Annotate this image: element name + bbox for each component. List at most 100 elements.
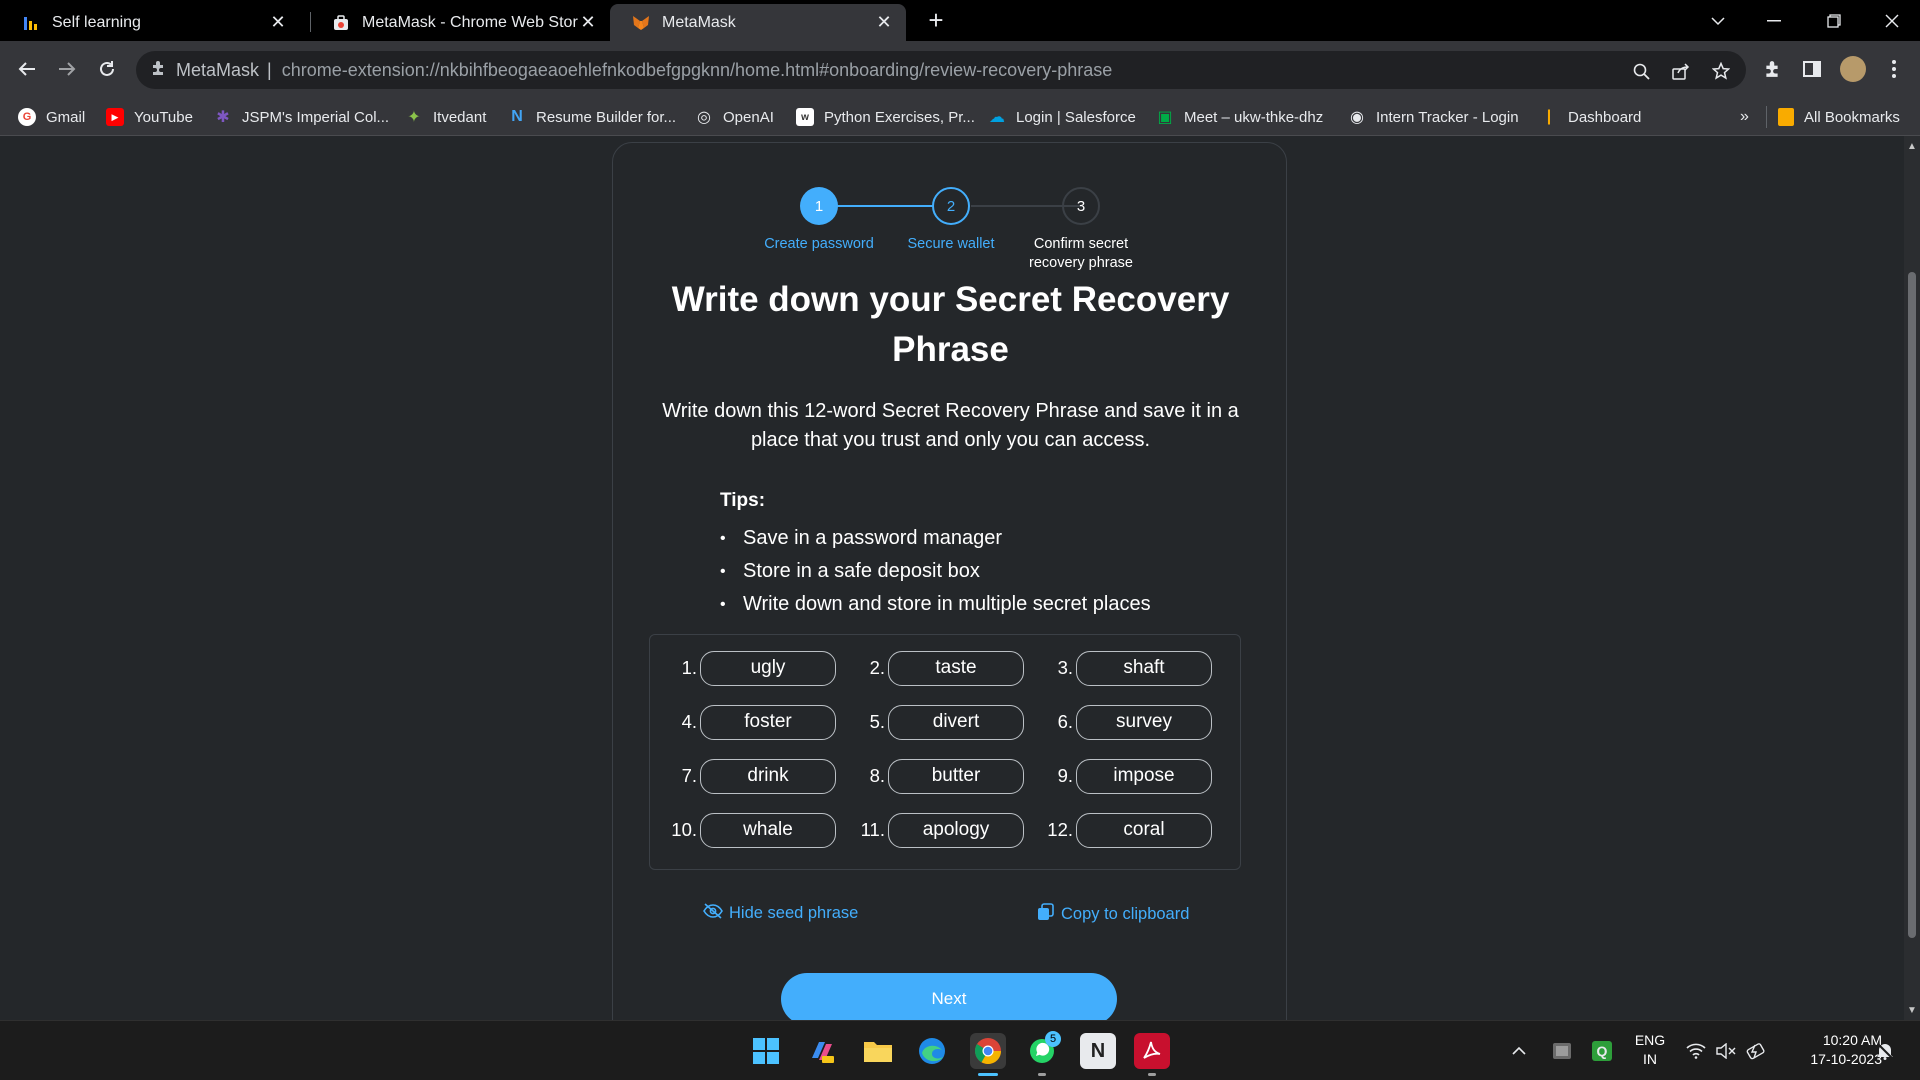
- all-bookmarks-button[interactable]: All Bookmarks: [1778, 98, 1900, 136]
- phrase-word-9: 9. impose: [1036, 758, 1212, 794]
- scroll-down-arrow-icon[interactable]: ▼: [1904, 1002, 1920, 1018]
- tip-text: Write down and store in multiple secret …: [743, 593, 1151, 615]
- bookmark-intern-tracker[interactable]: ◉ Intern Tracker - Login: [1348, 98, 1519, 136]
- word-number: 12.: [1047, 819, 1073, 840]
- share-icon[interactable]: [1670, 60, 1692, 82]
- tip-text: Save in a password manager: [743, 527, 1003, 549]
- address-bar[interactable]: MetaMask | chrome-extension://nkbihfbeog…: [136, 51, 1746, 89]
- bookmark-star-icon[interactable]: [1710, 60, 1732, 82]
- scroll-up-arrow-icon[interactable]: ▲: [1904, 138, 1920, 154]
- minimize-button[interactable]: [1746, 0, 1802, 41]
- tip-item: • Write down and store in multiple secret…: [720, 588, 1151, 621]
- show-hidden-icons-chevron-icon[interactable]: [1512, 1021, 1526, 1080]
- bookmark-itvedant[interactable]: ✦ Itvedant: [405, 98, 486, 136]
- whatsapp-running-indicator: [1038, 1073, 1046, 1076]
- resume-builder-icon: N: [511, 108, 523, 125]
- bookmark-label: Gmail: [46, 108, 86, 126]
- chrome-icon[interactable]: [970, 1033, 1006, 1069]
- windows-start-icon[interactable]: [748, 1033, 784, 1069]
- extensions-icon[interactable]: [1756, 53, 1788, 85]
- site-name: MetaMask: [176, 59, 260, 80]
- bookmark-gmail[interactable]: G Gmail: [18, 98, 85, 136]
- bookmark-salesforce[interactable]: ☁ Login | Salesforce: [988, 98, 1136, 136]
- extension-puzzle-icon: [150, 60, 166, 81]
- bookmark-label: Dashboard: [1568, 108, 1642, 126]
- qbittorrent-icon[interactable]: Q: [1592, 1021, 1612, 1080]
- step-3-label: Confirm secret recovery phrase: [1029, 236, 1133, 271]
- windows-taskbar: 5 N Q ENG IN 10:20 AM 17-10-2023: [0, 1020, 1920, 1080]
- close-window-button[interactable]: [1864, 0, 1920, 41]
- tip-text: Store in a safe deposit box: [743, 560, 980, 582]
- back-button[interactable]: [11, 53, 43, 85]
- new-tab-button[interactable]: +: [922, 5, 950, 35]
- tab-search-chevron-icon[interactable]: [1690, 0, 1746, 41]
- profile-avatar[interactable]: [1840, 56, 1866, 82]
- bookmark-openai[interactable]: ◎ OpenAI: [695, 98, 774, 136]
- edge-icon[interactable]: [914, 1033, 950, 1069]
- tab-metamask[interactable]: MetaMask ✕: [610, 4, 906, 41]
- tab-title: MetaMask - Chrome Web Store: [362, 13, 578, 31]
- copy-to-clipboard-button[interactable]: Copy to clipboard: [1037, 903, 1189, 926]
- bookmark-dashboard[interactable]: | Dashboard: [1540, 98, 1642, 136]
- eye-slash-icon: [703, 903, 723, 924]
- side-panel-icon[interactable]: [1796, 53, 1828, 85]
- notion-icon[interactable]: N: [1080, 1033, 1116, 1069]
- more-menu-icon[interactable]: [1878, 53, 1910, 85]
- battery-charging-icon[interactable]: [1746, 1021, 1766, 1080]
- bookmark-youtube[interactable]: ▶ YouTube: [106, 98, 193, 136]
- system-clock[interactable]: 10:20 AM 17-10-2023: [1786, 1031, 1882, 1069]
- bookmark-jspm[interactable]: ✱ JSPM's Imperial Col...: [214, 98, 389, 136]
- copy-to-clipboard-label: Copy to clipboard: [1061, 905, 1190, 923]
- word-pill: butter: [888, 758, 1024, 794]
- close-tab-icon[interactable]: ✕: [874, 12, 894, 33]
- word-pill: coral: [1076, 812, 1212, 848]
- tip-item: • Store in a safe deposit box: [720, 555, 1151, 588]
- word-number: 1.: [681, 657, 697, 678]
- step-3-circle: 3: [1062, 187, 1100, 225]
- notifications-icon[interactable]: [1876, 1021, 1894, 1080]
- next-button[interactable]: Next: [781, 973, 1117, 1020]
- scrollbar-thumb[interactable]: [1908, 272, 1916, 938]
- tips-list: • Save in a password manager • Store in a …: [720, 522, 1151, 621]
- phrase-word-6: 6. survey: [1036, 704, 1212, 740]
- web-store-icon: [332, 14, 350, 32]
- volume-muted-icon[interactable]: [1716, 1021, 1736, 1080]
- close-tab-icon[interactable]: ✕: [268, 12, 288, 33]
- page-scrollbar[interactable]: ▲ ▼: [1904, 136, 1920, 1020]
- acrobat-icon[interactable]: [1134, 1033, 1170, 1069]
- phrase-word-12: 12. coral: [1036, 812, 1212, 848]
- tab-self-learning[interactable]: Self learning ✕: [0, 4, 300, 41]
- address-divider: |: [267, 59, 272, 80]
- bookmark-label: OpenAI: [723, 108, 774, 126]
- onboarding-card: 1 2 3 Create password Secure wallet Conf…: [612, 142, 1287, 1020]
- reload-button[interactable]: [91, 53, 123, 85]
- word-pill: survey: [1076, 704, 1212, 740]
- copilot-icon[interactable]: [804, 1033, 840, 1069]
- word-pill: drink: [700, 758, 836, 794]
- wifi-icon[interactable]: [1686, 1021, 1706, 1080]
- step-2-circle: 2: [932, 187, 970, 225]
- tips-title: Tips:: [720, 490, 766, 511]
- restore-button[interactable]: [1806, 0, 1862, 41]
- page-description: Write down this 12-word Secret Recovery …: [662, 400, 1239, 451]
- bookmark-python-exercises[interactable]: w Python Exercises, Pr...: [796, 98, 975, 136]
- copy-icon: [1037, 903, 1055, 926]
- bookmarks-overflow-button[interactable]: »: [1740, 98, 1749, 136]
- forward-button[interactable]: [51, 53, 83, 85]
- word-pill: taste: [888, 650, 1024, 686]
- tray-app-icon[interactable]: [1552, 1021, 1572, 1080]
- phrase-word-5: 5. divert: [848, 704, 1024, 740]
- word-number: 3.: [1057, 657, 1073, 678]
- bookmark-meet[interactable]: ▣ Meet – ukw-thke-dhz: [1156, 98, 1323, 136]
- file-explorer-icon[interactable]: [860, 1033, 896, 1069]
- bookmark-label: Itvedant: [433, 108, 487, 126]
- word-number: 5.: [869, 711, 885, 732]
- zoom-icon[interactable]: [1630, 60, 1652, 82]
- close-tab-icon[interactable]: ✕: [578, 12, 598, 33]
- input-language-indicator[interactable]: ENG IN: [1630, 1031, 1670, 1069]
- hide-seed-phrase-button[interactable]: Hide seed phrase: [703, 903, 858, 924]
- tab-chrome-web-store[interactable]: MetaMask - Chrome Web Store ✕: [310, 4, 610, 41]
- word-pill: impose: [1076, 758, 1212, 794]
- bookmark-resume-builder[interactable]: N Resume Builder for...: [508, 98, 676, 136]
- language-code: ENG: [1634, 1032, 1666, 1048]
